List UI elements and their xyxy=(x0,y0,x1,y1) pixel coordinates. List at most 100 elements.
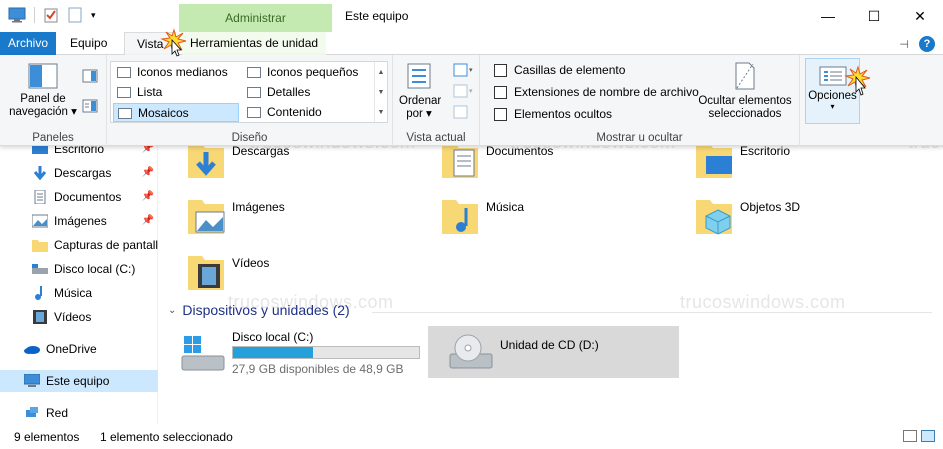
item-count: 9 elementos xyxy=(14,430,80,444)
music-icon xyxy=(35,286,42,300)
folder-name: Descargas xyxy=(232,144,290,158)
chevron-down-icon[interactable]: ⌄ xyxy=(168,305,176,316)
videos-icon xyxy=(33,310,47,324)
layout-gallery: Iconos medianos Iconos pequeños Lista De… xyxy=(110,61,388,123)
folder-tile-musica[interactable]: Música xyxy=(414,188,664,242)
content-icon xyxy=(247,107,261,118)
contextual-tab-header: Administrar xyxy=(179,4,332,32)
nav-item-imagenes[interactable]: Imágenes 📌 xyxy=(0,210,158,232)
nav-pane-label-1: Panel de xyxy=(20,93,66,105)
folder-icon xyxy=(32,240,48,252)
pin-ribbon-icon[interactable]: ⊣ xyxy=(899,38,909,51)
options-icon xyxy=(819,66,846,86)
ribbon-right-controls: ⊣ ? xyxy=(899,36,935,52)
details-pane-icon[interactable] xyxy=(82,99,98,113)
layout-content[interactable]: Contenido xyxy=(243,103,373,122)
pin-icon[interactable]: 📌 xyxy=(142,186,154,208)
content-pane: trucoswindows.com trucoswindows.com truc… xyxy=(160,132,943,424)
svg-text:▾: ▾ xyxy=(469,67,473,74)
properties-icon[interactable] xyxy=(43,7,59,23)
checkbox-item-checkboxes[interactable]: Casillas de elemento xyxy=(494,61,625,79)
scroll-down-icon[interactable]: ▼ xyxy=(378,89,385,96)
pin-icon[interactable]: 📌 xyxy=(142,162,154,184)
nav-item-disco-local[interactable]: Disco local (C:) xyxy=(0,258,158,280)
large-icons-view-icon[interactable] xyxy=(921,430,935,442)
sort-by-button[interactable]: Ordenar por ▾ xyxy=(399,61,441,121)
checkbox-box[interactable] xyxy=(494,86,507,99)
folder-name: Música xyxy=(486,200,525,214)
qat-dropdown-icon[interactable]: ▾ xyxy=(91,10,96,21)
minimize-button[interactable]: — xyxy=(805,0,851,32)
view-switcher xyxy=(903,430,935,442)
details-icon xyxy=(247,87,261,98)
nav-item-este-equipo[interactable]: Este equipo xyxy=(0,370,158,392)
nav-item-musica[interactable]: Música xyxy=(0,282,158,304)
group-by-icon[interactable]: ▾ xyxy=(453,63,475,77)
layout-medium-icons[interactable]: Iconos medianos xyxy=(113,63,239,82)
pictures-icon xyxy=(32,214,48,228)
layout-tiles[interactable]: Mosaicos xyxy=(113,103,239,122)
watermark: trucoswindows.com xyxy=(680,292,846,312)
scroll-up-icon[interactable]: ▲ xyxy=(378,69,385,76)
drive-usage-fill xyxy=(233,347,313,358)
tab-equipo[interactable]: Equipo xyxy=(62,32,115,55)
windows-drive-icon xyxy=(181,336,225,371)
section-divider xyxy=(372,312,932,313)
folder-name: Objetos 3D xyxy=(740,200,801,214)
layout-details[interactable]: Detalles xyxy=(243,83,373,102)
selection-count: 1 elemento seleccionado xyxy=(100,430,233,444)
cd-drive-icon xyxy=(449,334,493,369)
ribbon-tabs: Archivo Equipo Vista Herramientas de uni… xyxy=(0,32,943,56)
videos-folder-icon xyxy=(188,256,224,290)
folder-tile-videos[interactable]: Vídeos xyxy=(160,244,410,298)
devices-section-header[interactable]: ⌄ Dispositivos y unidades (2) xyxy=(168,302,350,318)
layout-list[interactable]: Lista xyxy=(113,83,239,102)
details-view-icon[interactable] xyxy=(903,430,917,442)
layout-gallery-scroll[interactable]: ▲ ▼ ▼ xyxy=(374,62,387,122)
tab-herramientas-de-unidad[interactable]: Herramientas de unidad xyxy=(182,32,327,55)
hide-selected-button[interactable]: Ocultar elementos seleccionados xyxy=(695,61,795,121)
pin-icon[interactable]: 📌 xyxy=(142,210,154,232)
group-label-vista-actual: Vista actual xyxy=(406,132,466,144)
sort-icon xyxy=(407,63,431,89)
group-vista-actual: Ordenar por ▾ ▾ ▾ Vista actual xyxy=(393,55,480,146)
nav-item-red[interactable]: Red xyxy=(0,402,158,424)
nav-item-capturas[interactable]: Capturas de pantall xyxy=(0,234,158,256)
ribbon-vista: Panel de navegación ▾ Paneles Diseño Ico… xyxy=(0,55,943,146)
checkbox-file-extensions[interactable]: Extensiones de nombre de archivo xyxy=(494,83,699,101)
nav-pane-icon xyxy=(28,63,58,89)
drive-tile-c[interactable]: Disco local (C:) 27,9 GB disponibles de … xyxy=(160,326,424,378)
new-folder-icon[interactable] xyxy=(67,7,83,23)
nav-item-descargas[interactable]: Descargas 📌 xyxy=(0,162,158,184)
folder-name: Escritorio xyxy=(740,144,791,158)
qat-separator xyxy=(34,7,35,23)
maximize-button[interactable]: ☐ xyxy=(851,0,897,32)
tab-archivo[interactable]: Archivo xyxy=(0,32,56,55)
status-bar: 9 elementos 1 elemento seleccionado xyxy=(0,424,943,449)
checkbox-box[interactable] xyxy=(494,108,507,121)
preview-pane-icon[interactable] xyxy=(82,69,98,83)
checkbox-hidden-items[interactable]: Elementos ocultos xyxy=(494,105,612,123)
drive-free-space: 27,9 GB disponibles de 48,9 GB xyxy=(232,362,404,376)
nav-item-videos[interactable]: Vídeos xyxy=(0,306,158,328)
nav-pane-button[interactable]: Panel de navegación ▾ xyxy=(6,63,80,119)
folder-tile-objetos-3d[interactable]: Objetos 3D xyxy=(668,188,918,242)
close-button[interactable]: ✕ xyxy=(897,0,943,32)
click-highlight-icon xyxy=(160,28,187,57)
computer-icon[interactable] xyxy=(8,7,26,23)
folder-tile-imagenes[interactable]: Imágenes xyxy=(160,188,410,242)
layout-small-icons[interactable]: Iconos pequeños xyxy=(243,63,373,82)
hide-selected-label-2: seleccionados xyxy=(708,108,782,120)
expand-gallery-icon[interactable]: ▼ xyxy=(378,109,385,116)
drive-tile-d[interactable]: Unidad de CD (D:) xyxy=(428,326,679,378)
add-columns-icon: ▾ xyxy=(453,84,473,98)
options-dropdown-icon: ▾ xyxy=(830,102,835,111)
hide-selected-icon xyxy=(735,62,755,90)
checkbox-box[interactable] xyxy=(494,64,507,77)
help-icon[interactable]: ? xyxy=(919,36,935,52)
network-icon xyxy=(26,407,38,417)
downloads-icon xyxy=(33,166,47,180)
drive-name: Unidad de CD (D:) xyxy=(500,338,599,352)
nav-item-onedrive[interactable]: OneDrive xyxy=(0,338,158,360)
nav-item-documentos[interactable]: Documentos 📌 xyxy=(0,186,158,208)
